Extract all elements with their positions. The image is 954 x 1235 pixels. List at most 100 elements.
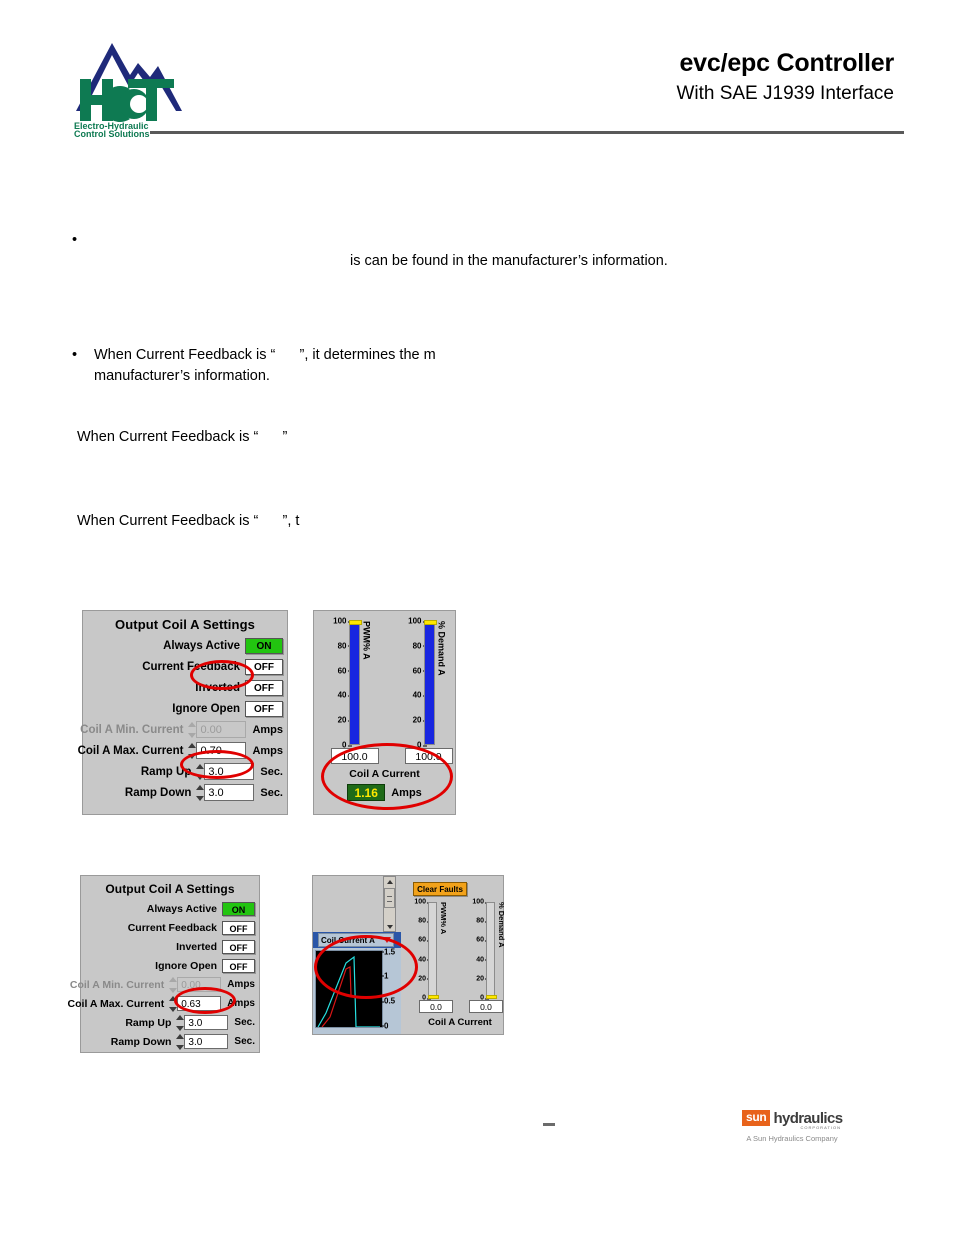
meter-cursor-pwm-a[interactable]: [348, 620, 362, 625]
spinner-icon[interactable]: [188, 742, 197, 759]
spinner-icon[interactable]: [196, 763, 205, 780]
spinner-icon[interactable]: [196, 784, 205, 801]
coil-a-graph-panel: Coil Current A 1.5 1 0.5 0 Clear Faults: [312, 875, 506, 1035]
dropdown-coil-current-a[interactable]: Coil Current A: [318, 933, 394, 947]
meter-label-pwm-a: PWM% A: [439, 902, 448, 935]
numeric-coil-a-max-current: 0.70: [188, 742, 247, 759]
toggle-ignore-open[interactable]: OFF: [222, 958, 255, 973]
y-tick-1_5: 1.5: [380, 947, 396, 957]
y-tick-1: 1: [380, 971, 389, 981]
tick-0: 0: [342, 740, 353, 750]
meter-demand-a: 100 80 60 40 20 0 % Demand A: [398, 617, 447, 750]
toggle-always-active[interactable]: ON: [245, 637, 283, 654]
unit-ramp-down: Sec.: [260, 786, 283, 799]
meter-cursor-demand-a[interactable]: [423, 620, 437, 625]
input-ramp-down[interactable]: 3.0: [204, 784, 255, 801]
row-coil-a-min-current: Coil A Min. Current 0.00 Amps: [70, 975, 259, 994]
clear-faults-button[interactable]: Clear Faults: [413, 882, 467, 896]
label-current-feedback: Current Feedback: [127, 921, 217, 934]
label-always-active: Always Active: [146, 902, 217, 915]
input-ramp-up[interactable]: 3.0: [184, 1015, 229, 1030]
page-header: Electro-Hydraulic Control Solutions evc/…: [0, 0, 954, 150]
tick-20: 20: [412, 715, 427, 725]
toggle-inverted[interactable]: OFF: [222, 939, 255, 954]
input-coil-a-max-current[interactable]: 0.70: [196, 742, 247, 759]
input-ramp-down[interactable]: 3.0: [184, 1034, 229, 1049]
meter-track-pwm-a[interactable]: [348, 620, 362, 745]
meter-scale-pwm-a: 100 80 60 40 20 0: [406, 898, 431, 1002]
meter-label-demand-a: % Demand A: [436, 621, 447, 676]
numeric-ramp-down: 3.0: [196, 784, 255, 801]
meter-fill-pwm-a: [349, 622, 359, 744]
numeric-coil-a-max-current: 0.63: [169, 995, 222, 1012]
toggle-current-feedback[interactable]: OFF: [245, 658, 283, 675]
graph-meters-group: 100 80 60 40 20 0 PWM% A 100 80 60 40 20…: [406, 898, 506, 1029]
toggle-always-active[interactable]: ON: [222, 901, 255, 916]
value-pwm-a[interactable]: 0.0: [419, 1000, 453, 1013]
meter-cursor-demand-a[interactable]: [486, 995, 497, 999]
unit-ramp-up: Sec.: [234, 1017, 255, 1028]
unit-coil-a-max-current: Amps: [227, 998, 255, 1009]
meter-track-demand-a[interactable]: [423, 620, 437, 745]
graph-plot-area[interactable]: [315, 950, 383, 1028]
hct-logo: Electro-Hydraulic Control Solutions: [72, 33, 192, 138]
caption-coil-a-current: Coil A Current: [428, 1017, 492, 1028]
scrollbar-thumb[interactable]: [384, 888, 395, 908]
spinner-icon[interactable]: [176, 1033, 185, 1050]
toggle-current-feedback[interactable]: OFF: [222, 920, 255, 935]
tick-60: 60: [418, 936, 431, 944]
tick-80: 80: [418, 917, 431, 925]
tick-20: 20: [418, 975, 431, 983]
scroll-down-icon[interactable]: [384, 922, 395, 931]
meter-cursor-pwm-a[interactable]: [428, 995, 439, 999]
chevron-down-icon[interactable]: [383, 937, 391, 943]
label-ramp-down: Ramp Down: [110, 1035, 172, 1048]
spinner-icon[interactable]: [188, 721, 197, 738]
row-ramp-down: Ramp Down 3.0 Sec.: [81, 1032, 259, 1051]
input-coil-a-min-current[interactable]: 0.00: [177, 977, 222, 992]
input-coil-a-max-current[interactable]: 0.63: [177, 996, 222, 1011]
unit-ramp-up: Sec.: [260, 765, 283, 778]
paragraph-4: When Current Feedback is “ ”, t: [77, 513, 300, 529]
sun-badge: sun: [742, 1110, 771, 1126]
spinner-icon[interactable]: [176, 1014, 185, 1031]
graph-scrollbar[interactable]: [383, 876, 396, 932]
numeric-coil-a-min-current: 0.00: [169, 976, 222, 993]
toggle-inverted[interactable]: OFF: [245, 679, 283, 696]
meter-track-demand-a[interactable]: [486, 902, 497, 999]
input-coil-a-min-current[interactable]: 0.00: [196, 721, 247, 738]
value-coil-a-current: 1.16: [347, 784, 386, 801]
meter-scale-demand-a: 100 80 60 40 20 0: [464, 899, 489, 1002]
tick-80: 80: [337, 641, 352, 651]
unit-ramp-down: Sec.: [234, 1036, 255, 1047]
toggle-ignore-open[interactable]: OFF: [245, 700, 283, 717]
label-coil-a-max-current: Coil A Max. Current: [77, 744, 184, 757]
spinner-icon[interactable]: [169, 976, 178, 993]
tick-80: 80: [412, 641, 427, 651]
tick-0: 0: [480, 994, 489, 1002]
value-demand-a[interactable]: 0.0: [469, 1000, 503, 1013]
value-pwm-a[interactable]: 100.0: [330, 748, 379, 764]
spinner-icon[interactable]: [169, 995, 178, 1012]
graph-selector-bar: Coil Current A: [313, 932, 401, 948]
tick-0: 0: [422, 994, 431, 1002]
row-inverted: Inverted OFF: [83, 677, 287, 698]
label-ramp-up: Ramp Up: [140, 765, 192, 778]
tick-100: 100: [414, 898, 431, 906]
meter-track-pwm-a[interactable]: [428, 902, 439, 999]
bullet-marker: •: [72, 347, 78, 363]
panel-title: Output Coil A Settings: [115, 617, 255, 632]
numeric-coil-a-min-current: 0.00: [188, 721, 247, 738]
tick-60: 60: [337, 666, 352, 676]
scroll-up-icon[interactable]: [384, 877, 395, 886]
value-demand-a[interactable]: 100.0: [404, 748, 453, 764]
row-current-feedback: Current Feedback OFF: [83, 656, 287, 677]
input-ramp-up[interactable]: 3.0: [204, 763, 255, 780]
caption-coil-a-current: Coil A Current: [349, 768, 420, 780]
meter-label-demand-a: % Demand A: [497, 902, 506, 948]
unit-coil-a-min-current: Amps: [252, 723, 283, 736]
tick-40: 40: [337, 690, 352, 700]
bullet-text-line-2: manufacturer’s information.: [94, 368, 270, 384]
meter-label-pwm-a: PWM% A: [361, 621, 372, 660]
page-subtitle: With SAE J1939 Interface: [676, 83, 894, 104]
